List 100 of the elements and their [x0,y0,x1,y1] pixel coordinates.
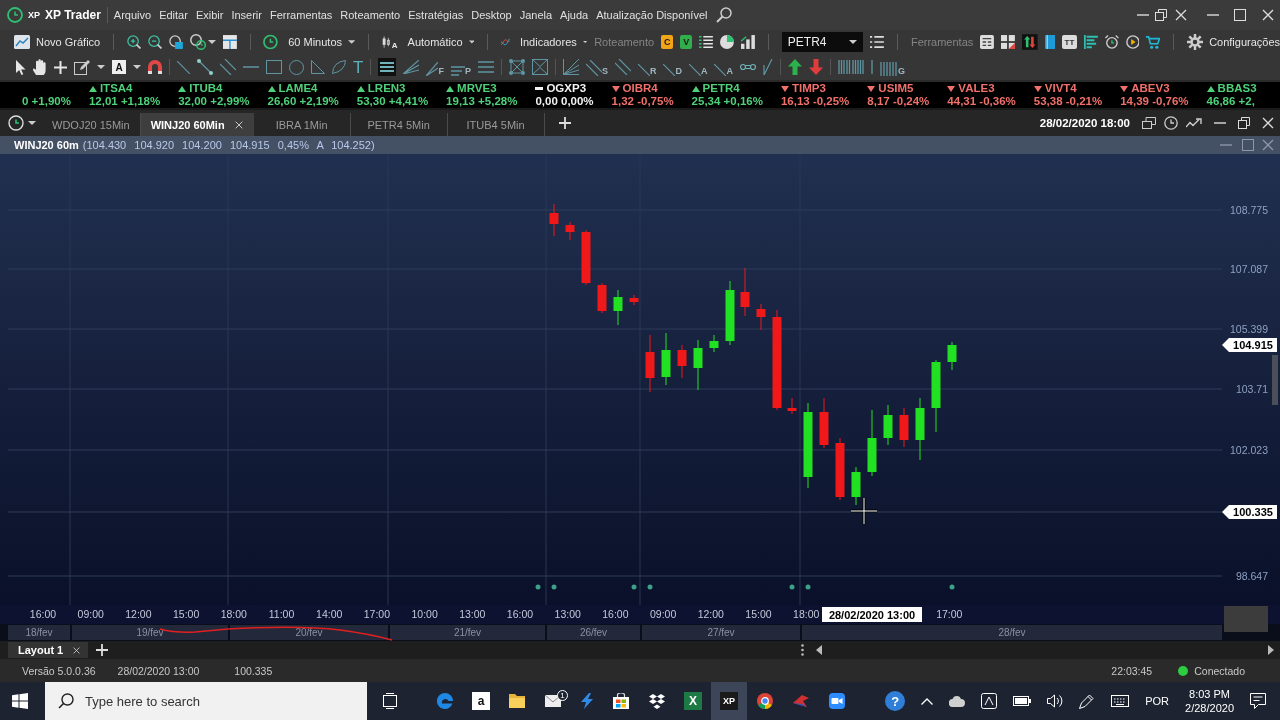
zoom-out-icon[interactable] [147,34,162,50]
order-button[interactable]: C [661,35,674,49]
cart-icon[interactable] [1146,34,1161,50]
diagonal-line-icon[interactable] [637,63,650,76]
list-icon[interactable] [699,35,714,49]
up-arrow-icon[interactable] [787,59,802,75]
horizontal-lines-icon[interactable] [477,61,494,73]
up-down-arrows-icon[interactable] [1022,33,1038,51]
menu-item[interactable]: Janela [519,9,553,21]
stepped-lines-icon[interactable] [450,65,465,76]
parallel-lines-icon[interactable] [585,59,602,76]
battery-icon[interactable] [1013,696,1032,706]
circle-icon[interactable] [289,59,304,75]
channel-icon[interactable] [378,58,397,76]
wing-logo-icon[interactable] [793,695,809,707]
restore-icon[interactable] [1238,117,1250,129]
drawing-tool-button[interactable]: G [879,58,905,76]
magnet-icon[interactable] [148,60,162,74]
square-nodes-icon[interactable] [508,59,525,75]
cursor-arrow-icon[interactable] [16,59,26,75]
horizontal-bars-icon[interactable] [1083,34,1098,50]
pencil-box-icon[interactable] [74,59,90,75]
round-logo-icon[interactable] [757,693,773,709]
angle-line-icon[interactable] [762,59,773,75]
new-chart-button[interactable]: Novo Gráfico [14,31,101,53]
caret-icon[interactable] [207,40,216,44]
plus-icon[interactable] [96,644,109,656]
diagonal-line-icon[interactable] [714,63,727,76]
rectangle-icon[interactable] [266,60,282,74]
keyboard-icon[interactable] [1111,695,1130,707]
indicators-dropdown[interactable]: Indicadores [501,31,588,53]
drawing-tool-button[interactable]: D [663,58,682,76]
menu-item[interactable]: Editar [159,9,188,21]
swirl-logo-icon[interactable] [437,693,453,709]
parallel-lines-icon[interactable] [614,59,631,75]
pie-chart-icon[interactable] [720,34,735,50]
symbol-field[interactable]: PETR4 [781,32,864,52]
layout-grid-icon[interactable] [222,34,237,50]
envelope-icon[interactable] [545,695,561,707]
zoom-in-icon[interactable] [127,34,141,50]
settings-button[interactable]: Configurações [1187,31,1280,53]
hand-icon[interactable] [33,59,47,75]
angle-lines-icon[interactable] [426,61,439,76]
diagonal-line-icon[interactable] [663,63,676,76]
app-button[interactable]: X [684,692,702,710]
text-tool[interactable]: T [353,58,364,76]
trend-arrow-icon[interactable] [1186,118,1202,128]
menu-item[interactable]: Arquivo [113,9,152,21]
clock-date[interactable]: 2/28/2020 [1185,701,1234,715]
plus-icon[interactable] [54,60,67,74]
crossed-square-icon[interactable] [531,59,548,75]
diamond-boxes-icon[interactable] [649,693,665,709]
down-arrow-icon[interactable] [808,59,823,75]
play-circle-icon[interactable] [1125,34,1140,50]
drawing-tool-button[interactable]: A [688,58,708,76]
triangle-icon[interactable] [311,60,325,74]
fan-grid-icon[interactable] [562,59,579,75]
menu-item[interactable]: Inserir [231,9,262,21]
diagonal-line-icon[interactable] [688,63,701,76]
chevron-up-icon[interactable] [921,697,934,705]
interval-dropdown[interactable]: 60 Minutos [263,31,356,53]
cascade-windows-icon[interactable] [1142,117,1156,129]
drawing-tool-button[interactable]: R [637,58,657,76]
magnifier-box-icon[interactable] [168,34,183,50]
notification-icon[interactable] [1250,693,1266,709]
layout-tab[interactable]: Layout 1 [8,642,89,658]
pen-icon[interactable] [1079,693,1096,709]
menu-item[interactable]: Ajuda [560,9,589,21]
line-icon[interactable] [177,60,190,74]
help-button[interactable]: ? [885,691,906,711]
search-icon[interactable] [715,7,732,23]
plus-icon[interactable] [558,117,571,129]
book-icon[interactable] [1044,34,1056,50]
scroll-handle[interactable] [1272,355,1278,405]
drawing-tool-button[interactable]: P [450,58,471,76]
drawing-tool-button[interactable]: S [585,58,608,76]
video-camera-icon[interactable] [829,693,845,709]
table-icon[interactable] [980,34,995,50]
menu-item[interactable]: Estratégias [408,9,464,21]
cloud-icon[interactable] [949,695,966,707]
barcode-icon[interactable] [837,60,864,74]
segment-icon[interactable] [197,59,213,75]
menu-item[interactable]: Roteamento [340,9,401,21]
folder-icon[interactable] [509,694,525,708]
fan-lines-icon[interactable] [403,60,420,74]
left-caret-icon[interactable] [816,645,822,655]
caret-icon[interactable] [133,65,141,69]
caret-square-icon[interactable] [981,693,998,709]
app-button[interactable]: a [472,692,490,710]
menu-item[interactable]: Desktop [471,9,512,21]
text-style-button[interactable]: TT [1062,35,1077,49]
chart-tab[interactable]: WINJ20 60Min [140,113,254,136]
caret-icon[interactable] [28,121,36,125]
magnifier-clock-icon[interactable] [189,34,206,50]
menu-item[interactable]: Exibir [195,9,224,21]
drawing-tool-button[interactable]: A [714,58,733,76]
grid-icon[interactable] [1001,34,1016,50]
order-button[interactable]: V [680,35,693,49]
bulleted-list-icon[interactable] [870,35,885,49]
search-field[interactable]: Type here to search [45,682,367,720]
